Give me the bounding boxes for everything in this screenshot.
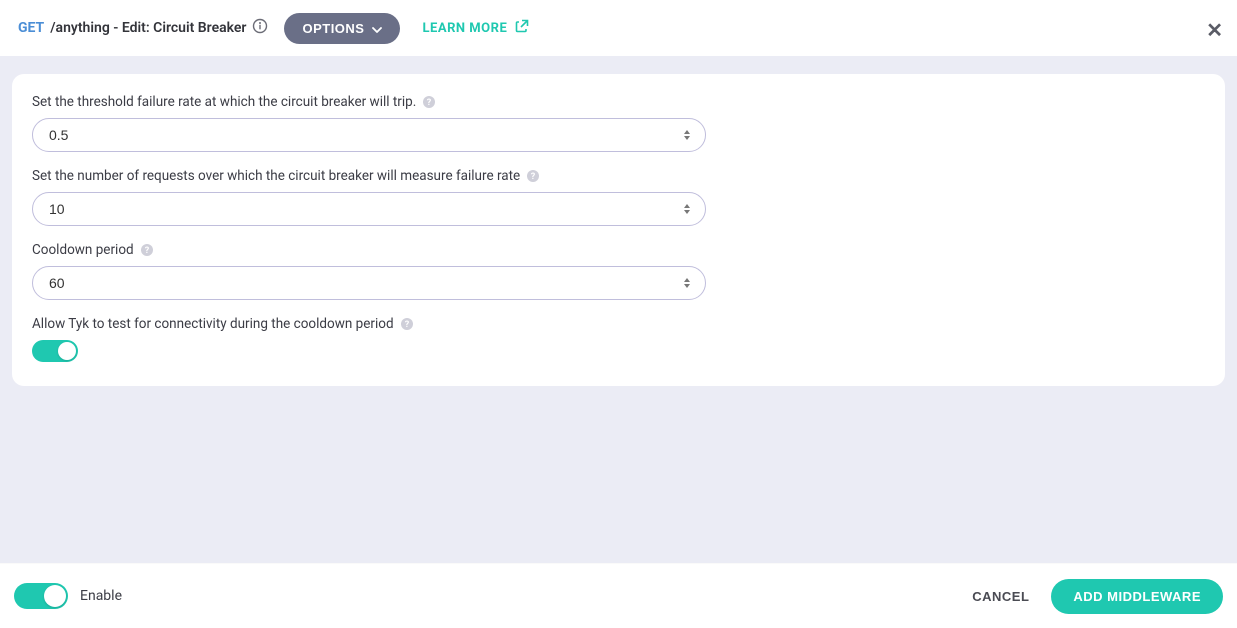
options-button[interactable]: OPTIONS (284, 13, 400, 44)
threshold-input[interactable] (32, 118, 706, 152)
threshold-label: Set the threshold failure rate at which … (32, 94, 1205, 110)
toggle-knob (58, 342, 76, 360)
info-icon[interactable] (252, 18, 268, 38)
page-title: /anything - Edit: Circuit Breaker (50, 20, 246, 36)
footer-right: CANCEL ADD MIDDLEWARE (972, 579, 1223, 614)
cooldown-label-text: Cooldown period (32, 242, 134, 258)
threshold-label-text: Set the threshold failure rate at which … (32, 94, 416, 110)
requests-input-wrapper (32, 192, 706, 226)
cooldown-label: Cooldown period ? (32, 242, 1205, 258)
requests-label: Set the number of requests over which th… (32, 168, 1205, 184)
cooldown-input[interactable] (32, 266, 706, 300)
help-icon[interactable]: ? (140, 243, 154, 257)
http-method-badge: GET (18, 20, 44, 36)
close-button[interactable]: ✕ (1206, 18, 1223, 43)
enable-toggle[interactable] (14, 583, 68, 609)
modal-header: GET /anything - Edit: Circuit Breaker OP… (0, 0, 1237, 56)
connectivity-toggle[interactable] (32, 340, 78, 362)
chevron-down-icon (372, 21, 382, 36)
connectivity-label-text: Allow Tyk to test for connectivity durin… (32, 316, 394, 332)
requests-input[interactable] (32, 192, 706, 226)
requests-field-group: Set the number of requests over which th… (32, 168, 1205, 226)
cooldown-input-wrapper (32, 266, 706, 300)
requests-label-text: Set the number of requests over which th… (32, 168, 520, 184)
connectivity-field-group: Allow Tyk to test for connectivity durin… (32, 316, 1205, 362)
footer-left: Enable (14, 583, 122, 609)
toggle-knob (44, 585, 66, 607)
external-link-icon (515, 19, 529, 37)
threshold-input-wrapper (32, 118, 706, 152)
add-middleware-button[interactable]: ADD MIDDLEWARE (1051, 579, 1223, 614)
close-icon: ✕ (1206, 20, 1223, 42)
help-icon[interactable]: ? (400, 317, 414, 331)
content-area: Set the threshold failure rate at which … (0, 56, 1237, 563)
svg-text:?: ? (531, 172, 536, 182)
cancel-button[interactable]: CANCEL (972, 589, 1029, 604)
cooldown-field-group: Cooldown period ? (32, 242, 1205, 300)
help-icon[interactable]: ? (526, 169, 540, 183)
svg-text:?: ? (427, 98, 432, 108)
enable-label: Enable (80, 588, 122, 604)
modal-footer: Enable CANCEL ADD MIDDLEWARE (0, 563, 1237, 628)
settings-card: Set the threshold failure rate at which … (12, 74, 1225, 386)
options-button-label: OPTIONS (302, 21, 364, 36)
learn-more-label: LEARN MORE (422, 21, 507, 36)
svg-text:?: ? (404, 320, 409, 330)
learn-more-link[interactable]: LEARN MORE (422, 19, 529, 37)
svg-text:?: ? (144, 246, 149, 256)
threshold-field-group: Set the threshold failure rate at which … (32, 94, 1205, 152)
help-icon[interactable]: ? (422, 95, 436, 109)
connectivity-label: Allow Tyk to test for connectivity durin… (32, 316, 1205, 332)
